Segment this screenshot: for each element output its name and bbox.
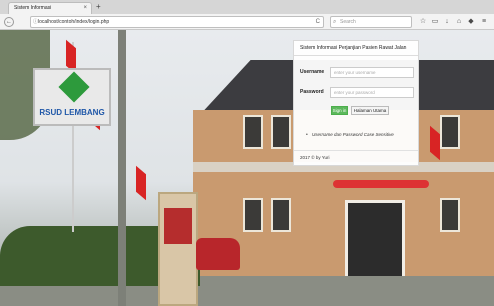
- home-page-button[interactable]: Halaman Utama: [351, 106, 389, 115]
- tab-close-icon[interactable]: ×: [83, 3, 87, 14]
- search-input[interactable]: ⌕ Search: [330, 16, 412, 28]
- pocket-icon[interactable]: ◆: [466, 16, 476, 28]
- building-window: [440, 198, 460, 232]
- hospital-sign: RSUD LEMBANG: [33, 68, 111, 126]
- building-window: [271, 198, 291, 232]
- browser-tab[interactable]: Sistem Informasi ×: [8, 2, 92, 14]
- signin-button[interactable]: Sign in: [331, 106, 348, 115]
- star-icon[interactable]: ☆: [418, 16, 428, 28]
- entrance-canopy: [333, 180, 429, 188]
- search-icon: ⌕: [333, 19, 337, 25]
- reload-icon[interactable]: C: [316, 17, 320, 27]
- home-icon[interactable]: ⌂: [454, 16, 464, 28]
- building-window: [243, 115, 263, 149]
- building-window: [440, 115, 460, 149]
- gate-pillar: [158, 192, 198, 306]
- username-input[interactable]: [330, 67, 414, 78]
- red-flag: [136, 165, 146, 201]
- building-entrance: [345, 200, 405, 280]
- browser-navbar: ← ⓘ localhost/contoh/index/login.php C ⌕…: [0, 14, 494, 30]
- address-text: localhost/contoh/index/login.php: [38, 19, 110, 25]
- browser-titlebar: Sistem Informasi × +: [0, 0, 494, 14]
- street-pole: [118, 30, 126, 306]
- password-input[interactable]: [330, 87, 414, 98]
- login-title: Sistem Informasi Perjanjian Pasien Rawat…: [300, 45, 407, 51]
- divider: [294, 55, 418, 56]
- red-car: [196, 238, 240, 270]
- clipboard-icon[interactable]: ▭: [430, 16, 440, 28]
- tab-title: Sistem Informasi: [14, 5, 52, 11]
- building-window: [271, 115, 291, 149]
- building-window: [243, 198, 263, 232]
- password-label: Password: [300, 89, 324, 95]
- divider: [294, 150, 418, 151]
- hospital-logo: [58, 71, 90, 103]
- case-sensitive-note: • Username dan Password Case Sensitive: [304, 132, 394, 138]
- notice-board: [164, 208, 192, 244]
- note-text: Username dan Password Case Sensitive: [312, 132, 394, 137]
- info-icon[interactable]: ⓘ: [33, 17, 38, 27]
- background-photo: RSUD LEMBANG: [0, 30, 494, 306]
- bullet-icon: •: [306, 132, 308, 138]
- search-placeholder: Search: [340, 19, 356, 25]
- address-bar[interactable]: ⓘ localhost/contoh/index/login.php C: [30, 16, 324, 28]
- menu-icon[interactable]: ≡: [479, 16, 489, 28]
- download-icon[interactable]: ↓: [442, 16, 452, 28]
- hospital-sign-text: RSUD LEMBANG: [39, 108, 105, 117]
- login-panel: Sistem Informasi Perjanjian Pasien Rawat…: [293, 40, 419, 166]
- username-label: Username: [300, 69, 325, 75]
- back-arrow-icon[interactable]: ←: [4, 17, 14, 27]
- copyright-footer: 2017 © by Yuri: [300, 155, 330, 160]
- new-tab-button[interactable]: +: [96, 2, 101, 12]
